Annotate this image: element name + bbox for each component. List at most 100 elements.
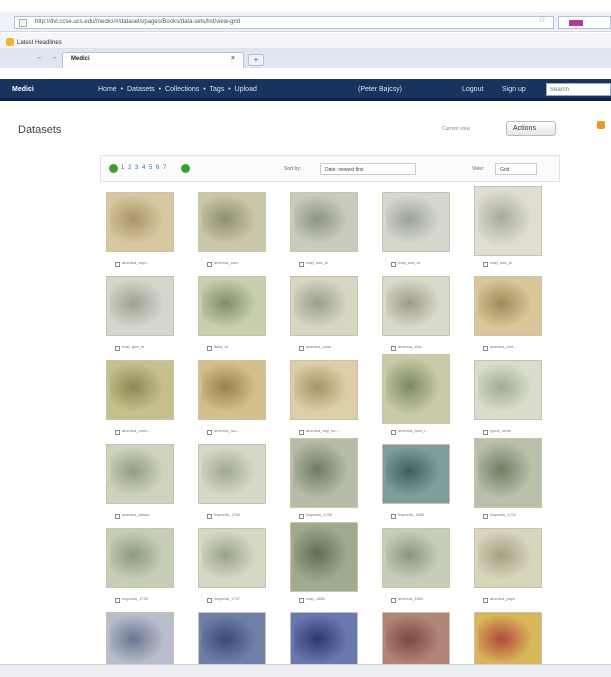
dataset-thumbnail[interactable] — [106, 528, 174, 588]
signup-link[interactable]: Sign up — [502, 86, 526, 93]
dataset-thumbnail[interactable] — [290, 276, 358, 336]
dataset-thumbnail[interactable] — [290, 522, 358, 592]
dataset-thumbnail[interactable] — [290, 438, 358, 508]
dataset-item[interactable]: america_tabula — [100, 444, 180, 526]
view-select[interactable]: Grid — [495, 163, 537, 175]
dataset-label[interactable]: map_1660 — [306, 596, 362, 601]
dataset-label[interactable]: hispania_1700 — [214, 512, 270, 517]
dataset-checkbox[interactable] — [391, 514, 396, 519]
dataset-checkbox[interactable] — [115, 430, 120, 435]
search-input[interactable] — [546, 83, 611, 96]
dataset-label[interactable]: america_pays — [490, 596, 546, 601]
dataset-thumbnail[interactable] — [198, 360, 266, 420]
dataset-thumbnail[interactable] — [382, 528, 450, 588]
bookmark-star-icon[interactable]: ☆ — [538, 14, 546, 25]
dataset-checkbox[interactable] — [391, 598, 396, 603]
dataset-item[interactable]: italia_ar — [192, 276, 272, 358]
dataset-checkbox[interactable] — [391, 346, 396, 351]
dataset-checkbox[interactable] — [299, 262, 304, 267]
dataset-checkbox[interactable] — [483, 430, 488, 435]
dataset-label[interactable]: hispania_1705 — [306, 512, 362, 517]
dataset-thumbnail[interactable] — [198, 612, 266, 672]
dataset-label[interactable]: hispania_1685 — [398, 512, 454, 517]
dataset-checkbox[interactable] — [207, 598, 212, 603]
nav-collections[interactable]: Collections — [165, 86, 199, 93]
dataset-thumbnail[interactable] — [198, 276, 266, 336]
dataset-item[interactable]: america_sepl... — [100, 192, 180, 274]
dataset-checkbox[interactable] — [299, 514, 304, 519]
dataset-label[interactable]: italia_ar — [214, 344, 270, 349]
dataset-thumbnail[interactable] — [474, 528, 542, 588]
actions-button[interactable]: Actions — [506, 121, 556, 136]
tab-close-icon[interactable]: × — [231, 55, 235, 62]
dataset-label[interactable]: typus_orbis — [490, 428, 546, 433]
dataset-item[interactable]: america_cons... — [284, 276, 364, 358]
dataset-thumbnail[interactable] — [382, 612, 450, 672]
dataset-thumbnail[interactable] — [198, 192, 266, 252]
previous-page-icon[interactable] — [109, 164, 118, 173]
dataset-checkbox[interactable] — [207, 430, 212, 435]
dataset-thumbnail[interactable] — [106, 276, 174, 336]
dataset-checkbox[interactable] — [115, 346, 120, 351]
dataset-thumbnail[interactable] — [474, 438, 542, 508]
sort-select[interactable]: Date: newest first — [320, 163, 416, 175]
user-name[interactable]: (Peter Bajcsy) — [358, 86, 402, 93]
dataset-thumbnail[interactable] — [382, 276, 450, 336]
dataset-label[interactable]: map_usa_st — [306, 260, 362, 265]
dataset-label[interactable]: america_sep_ne... — [306, 428, 362, 433]
dataset-label[interactable]: hispania_1730 — [122, 596, 178, 601]
dataset-label[interactable]: america_cons... — [306, 344, 362, 349]
dataset-thumbnail[interactable] — [290, 360, 358, 420]
dataset-label[interactable]: map_usa_st — [490, 260, 546, 265]
dataset-thumbnail[interactable] — [474, 360, 542, 420]
extension-toolbar[interactable] — [558, 16, 611, 29]
dataset-label[interactable]: america_1600 — [398, 596, 454, 601]
dataset-item[interactable]: america_1600 — [376, 528, 456, 610]
dataset-thumbnail[interactable] — [198, 528, 266, 588]
dataset-checkbox[interactable] — [207, 262, 212, 267]
rss-feed-icon[interactable] — [597, 121, 605, 129]
dataset-thumbnail[interactable] — [474, 612, 542, 672]
dataset-item[interactable]: hispania_1730 — [100, 528, 180, 610]
dataset-checkbox[interactable] — [207, 346, 212, 351]
dataset-thumbnail[interactable] — [382, 192, 450, 252]
dataset-thumbnail[interactable] — [106, 192, 174, 252]
dataset-checkbox[interactable] — [483, 514, 488, 519]
dataset-label[interactable]: hispania_1702 — [490, 512, 546, 517]
dataset-thumbnail[interactable] — [290, 612, 358, 672]
dataset-checkbox[interactable] — [115, 598, 120, 603]
dataset-item[interactable]: hispania_1702 — [468, 438, 548, 526]
dataset-thumbnail[interactable] — [198, 444, 266, 504]
dataset-label[interactable]: america_merc... — [122, 428, 178, 433]
dataset-thumbnail[interactable] — [382, 444, 450, 504]
bookmark-latest-headlines[interactable]: Latest Headlines — [17, 40, 62, 46]
dataset-checkbox[interactable] — [299, 598, 304, 603]
dataset-checkbox[interactable] — [483, 598, 488, 603]
url-field[interactable]: http://dvl.ccse.ucs.edu/medici/#/dataset… — [14, 16, 554, 29]
extension-icon[interactable] — [569, 20, 583, 26]
dataset-label[interactable]: america_nort... — [490, 344, 546, 349]
dataset-item[interactable]: america_boni_r... — [376, 354, 456, 442]
next-page-icon[interactable] — [181, 164, 190, 173]
dataset-item[interactable]: america_occ... — [192, 360, 272, 442]
nav-upload[interactable]: Upload — [235, 86, 257, 93]
dataset-checkbox[interactable] — [115, 262, 120, 267]
dataset-item[interactable]: hispania_1700 — [192, 444, 272, 526]
dataset-thumbnail[interactable] — [106, 444, 174, 504]
dataset-checkbox[interactable] — [299, 346, 304, 351]
dataset-checkbox[interactable] — [391, 262, 396, 267]
dataset-label[interactable]: america_tabula — [122, 512, 178, 517]
dataset-label[interactable]: america_occ... — [214, 428, 270, 433]
dataset-item[interactable]: map_usa_st — [376, 192, 456, 274]
dataset-item[interactable]: hispania_1707 — [192, 528, 272, 610]
dataset-checkbox[interactable] — [391, 430, 396, 435]
dataset-checkbox[interactable] — [483, 346, 488, 351]
dataset-thumbnail[interactable] — [474, 186, 542, 256]
dataset-thumbnail[interactable] — [106, 360, 174, 420]
dataset-item[interactable]: america_pays — [468, 528, 548, 610]
dataset-item[interactable]: map_usa_st — [284, 192, 364, 274]
dataset-item[interactable]: map_usa_st — [468, 186, 548, 274]
browser-tab[interactable]: Medici × — [62, 52, 244, 68]
dataset-label[interactable]: america_caro... — [214, 260, 270, 265]
dataset-label[interactable]: map_usa_st — [398, 260, 454, 265]
